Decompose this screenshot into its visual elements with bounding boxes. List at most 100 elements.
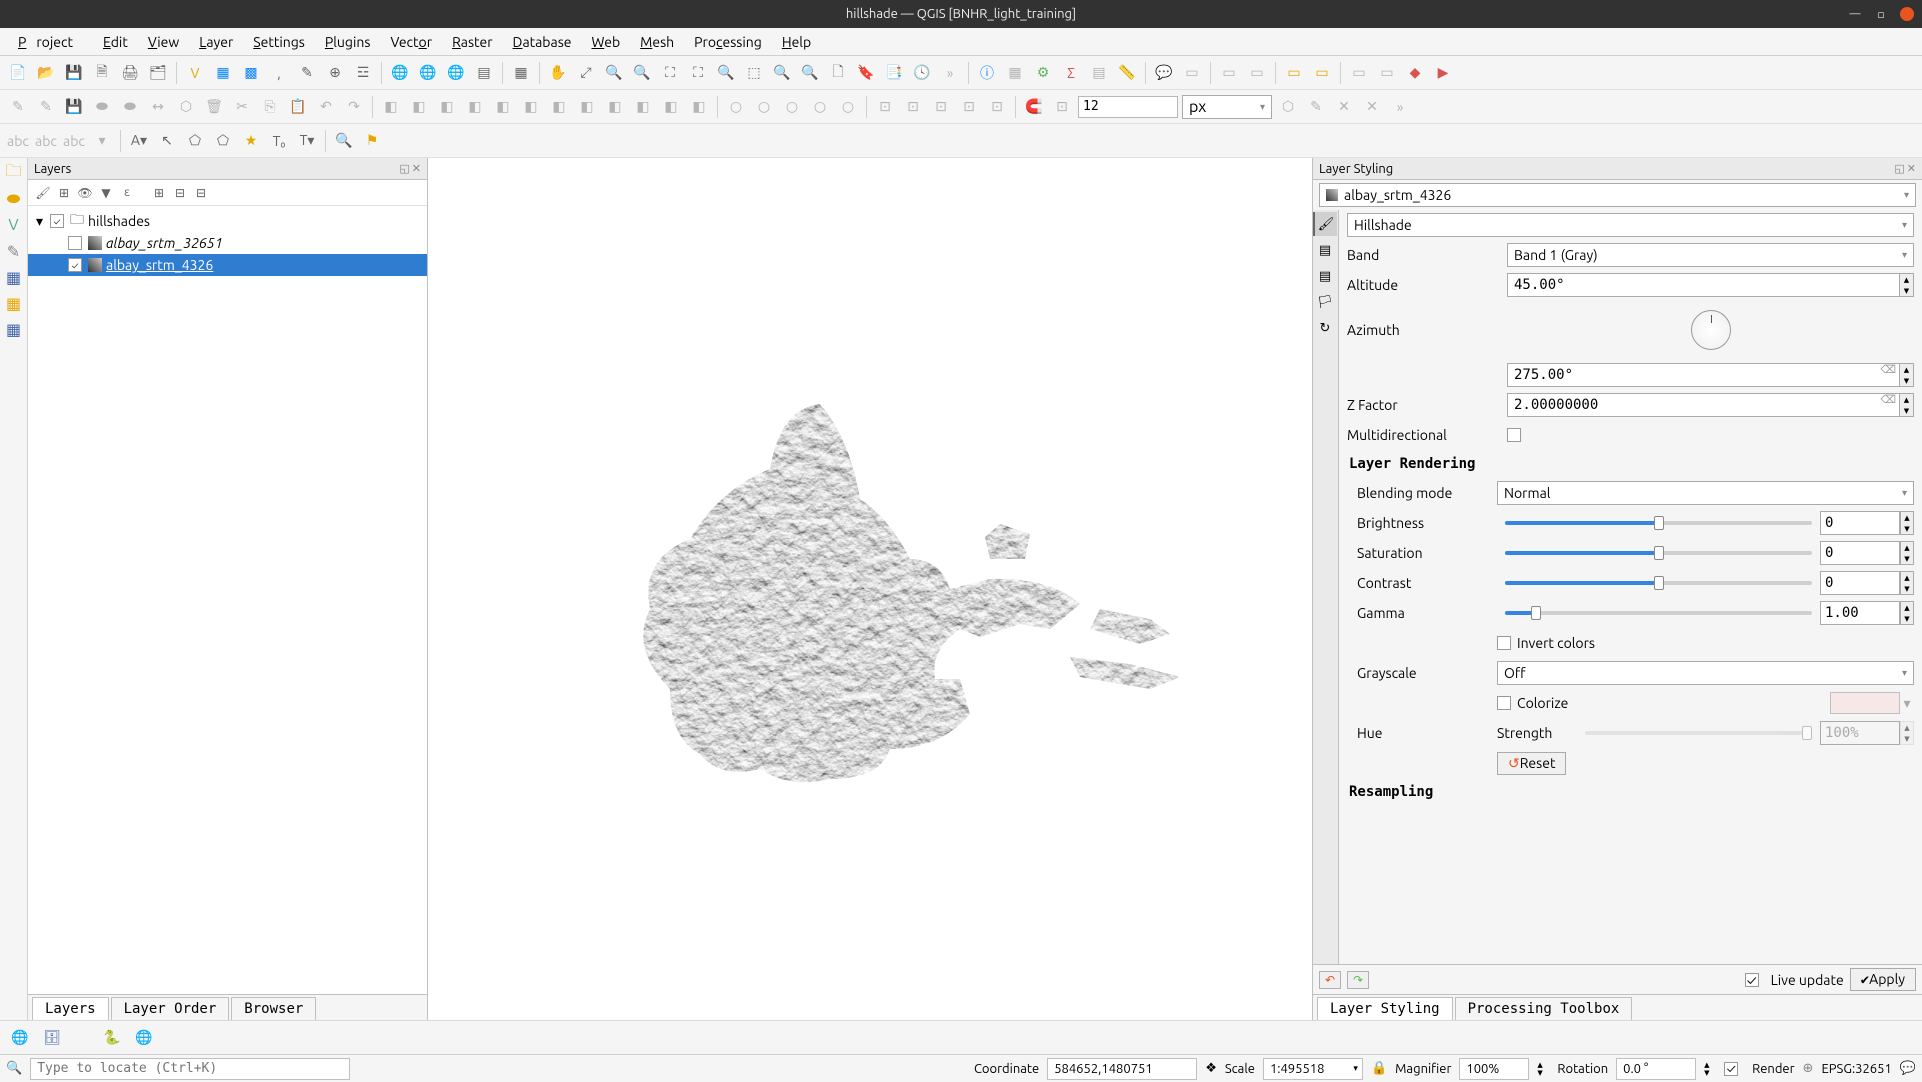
menu-project[interactable]: Project (8, 34, 93, 50)
redo-icon[interactable]: ↷ (342, 95, 366, 119)
globe-add-icon[interactable]: 🌐 (388, 61, 412, 85)
crs-value[interactable]: EPSG:32651 (1821, 1062, 1891, 1076)
shape3-icon[interactable]: ○ (780, 95, 804, 119)
yt-icon[interactable]: ▶ (1431, 61, 1455, 85)
move-icon[interactable]: ↔ (146, 95, 170, 119)
snap-unit-select[interactable]: px (1182, 95, 1272, 119)
save-project-icon[interactable]: 💾 (62, 61, 86, 85)
db-icon[interactable]: 🗄 (40, 1026, 64, 1050)
table-icon[interactable]: ▦ (509, 61, 533, 85)
stats-icon[interactable]: ▤ (1087, 61, 1111, 85)
add-xyz-icon[interactable]: ☲ (351, 61, 375, 85)
poly-icon[interactable]: ⬠ (183, 129, 207, 153)
contrast-value[interactable] (1820, 571, 1900, 595)
rendering-tab[interactable]: 🏳 (1313, 290, 1337, 314)
tab-processing-toolbox[interactable]: Processing Toolbox (1455, 997, 1633, 1020)
new-raster-icon[interactable]: ✎ (3, 240, 25, 262)
adv3-icon[interactable]: ◧ (435, 95, 459, 119)
new-vector-icon[interactable]: V (3, 214, 25, 236)
locator-input[interactable] (30, 1058, 350, 1080)
stepper-arrows[interactable]: ▲▼ (1900, 511, 1914, 535)
identify-icon[interactable]: ⓘ (975, 61, 999, 85)
redo-style-button[interactable]: ↷ (1347, 971, 1369, 989)
menu-database[interactable]: Database (503, 34, 582, 50)
close-panel-icon[interactable]: ✕ (1907, 162, 1916, 175)
star-icon[interactable]: ★ (239, 129, 263, 153)
messages-icon[interactable]: 💬 (1900, 1061, 1916, 1076)
adv11-icon[interactable]: ◧ (659, 95, 683, 119)
style-icon[interactable]: 🖌 (34, 184, 52, 202)
menu-layer[interactable]: Layer (189, 34, 243, 50)
layer-item-1[interactable]: ✓ albay_srtm_4326 (28, 254, 427, 276)
menu-settings[interactable]: Settings (243, 34, 315, 50)
self-icon[interactable]: ✕ (1332, 95, 1356, 119)
zoom-native-icon[interactable]: ⬚ (742, 61, 766, 85)
temporal-icon[interactable]: 🕓 (910, 61, 934, 85)
pan-selection-icon[interactable]: ⤢ (574, 61, 598, 85)
symbology-tab[interactable]: 🖌 (1313, 212, 1337, 236)
strength-slider[interactable] (1585, 731, 1812, 735)
layer-checkbox-0[interactable] (68, 236, 82, 250)
lock-icon[interactable]: 🔒 (1371, 1061, 1387, 1076)
label1-icon[interactable]: abc (6, 129, 30, 153)
adv7-icon[interactable]: ◧ (547, 95, 571, 119)
render-checkbox[interactable]: ✓ (1724, 1062, 1738, 1076)
plugin-icon[interactable]: ⚑ (360, 129, 384, 153)
adv1-icon[interactable]: ◧ (379, 95, 403, 119)
stepper-arrows[interactable]: ▲▼ (1900, 601, 1914, 625)
add-feature-icon[interactable]: ⬬ (90, 95, 114, 119)
add-wms-icon[interactable]: ⊕ (323, 61, 347, 85)
brightness-value[interactable] (1820, 511, 1900, 535)
gear-icon[interactable]: ⚙ (1031, 61, 1055, 85)
undo-icon[interactable]: ↶ (314, 95, 338, 119)
stepper-arrows[interactable]: ▲▼ (1900, 363, 1914, 387)
topo-icon[interactable]: ⬡ (1276, 95, 1300, 119)
open-project-icon[interactable]: 📂 (34, 61, 58, 85)
zfactor-input[interactable] (1507, 393, 1900, 417)
menu-mesh[interactable]: Mesh (630, 34, 684, 50)
new-virtual-icon[interactable]: ▦ (3, 292, 25, 314)
azimuth-dial[interactable] (1691, 310, 1731, 350)
blending-select[interactable]: Normal (1497, 481, 1914, 505)
filter2-icon[interactable]: ▭ (1310, 61, 1334, 85)
shape1-icon[interactable]: ○ (724, 95, 748, 119)
invert-checkbox[interactable] (1497, 636, 1511, 650)
snap1-icon[interactable]: ⊡ (873, 95, 897, 119)
edit-icon[interactable]: ✎ (295, 61, 319, 85)
calendar-icon[interactable]: ▤ (472, 61, 496, 85)
multidirectional-checkbox[interactable] (1507, 428, 1521, 442)
menu-processing[interactable]: Processing (684, 34, 772, 50)
annotation-icon[interactable]: 💬 (1152, 61, 1176, 85)
zoom-full-icon[interactable]: ⛶ (658, 61, 682, 85)
filter-icon[interactable]: ▭ (1282, 61, 1306, 85)
snap4-icon[interactable]: ⊡ (957, 95, 981, 119)
trace-icon[interactable]: ✎ (1304, 95, 1328, 119)
remove-icon[interactable]: ⊟ (192, 184, 210, 202)
menu-vector[interactable]: Vector (380, 34, 442, 50)
clear-icon[interactable]: ⌫ (1880, 363, 1896, 376)
gamma-value[interactable] (1820, 601, 1900, 625)
add-mesh-icon[interactable]: ▩ (239, 61, 263, 85)
tab-layer-styling[interactable]: Layer Styling (1317, 997, 1453, 1020)
undo-style-button[interactable]: ↶ (1319, 971, 1341, 989)
copy-icon[interactable]: ⎘ (258, 95, 282, 119)
zoom-layer-icon[interactable]: 🔍 (714, 61, 738, 85)
map-canvas[interactable] (428, 158, 1312, 1020)
overflow2-icon[interactable]: » (1388, 95, 1412, 119)
altitude-input[interactable] (1507, 273, 1900, 297)
adv6-icon[interactable]: ◧ (519, 95, 543, 119)
deselect-icon[interactable]: ▭ (1217, 61, 1241, 85)
layer-item-0[interactable]: albay_srtm_32651 (28, 232, 427, 254)
overflow-icon[interactable]: » (938, 61, 962, 85)
stepper-arrows[interactable]: ▲▼ (1900, 571, 1914, 595)
azimuth-input[interactable] (1507, 363, 1900, 387)
maximize-icon[interactable]: ▫ (1874, 7, 1888, 21)
new-project-icon[interactable]: 📄 (6, 61, 30, 85)
menu-plugins[interactable]: Plugins (315, 34, 381, 50)
snap-opt-icon[interactable]: ⊡ (1050, 95, 1074, 119)
color-dropdown-icon[interactable]: ▾ (1900, 695, 1914, 712)
new-map-icon[interactable]: 🗋 (826, 61, 850, 85)
add-group-icon[interactable]: ⊞ (55, 184, 73, 202)
select-all-icon[interactable]: ▭ (1245, 61, 1269, 85)
undock-icon[interactable]: ◱ (399, 162, 409, 175)
